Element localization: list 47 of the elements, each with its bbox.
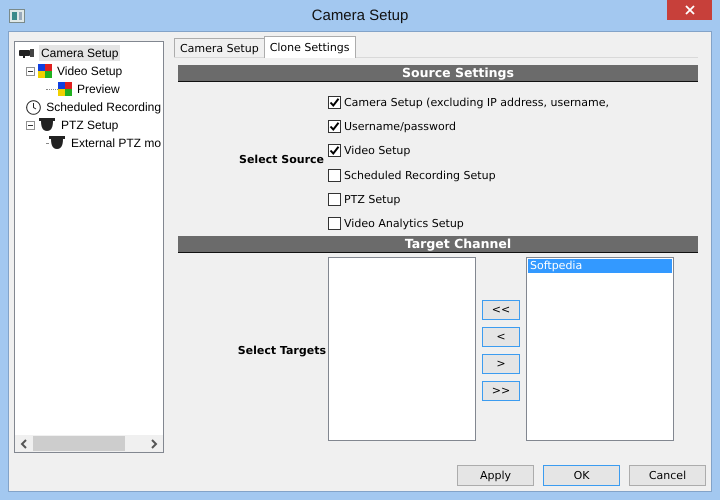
camera-icon — [18, 47, 36, 59]
dialog-button[interactable]: Apply — [457, 465, 534, 486]
close-button[interactable] — [667, 0, 712, 20]
tree-item[interactable]: Video Setup — [55, 63, 124, 79]
dialog-button[interactable]: OK — [543, 465, 620, 486]
tree-item[interactable]: Camera Setup — [39, 45, 120, 61]
checkbox[interactable] — [328, 144, 341, 158]
checkbox-label: Video Analytics Setup — [344, 217, 464, 230]
checkbox-label: Scheduled Recording Setup — [344, 168, 496, 182]
checkbox-label: Camera Setup (excluding IP address, username, — [344, 96, 609, 109]
tree-item[interactable]: Preview — [75, 81, 122, 97]
move-button[interactable]: >> — [482, 380, 520, 400]
collapse-toggle[interactable] — [26, 120, 35, 130]
section-header: Target Channel — [178, 236, 698, 253]
move-button[interactable]: << — [482, 300, 520, 320]
close-icon — [684, 5, 694, 15]
checkbox[interactable] — [328, 120, 341, 133]
dome-camera-icon — [38, 118, 56, 132]
section-header: Source Settings — [178, 65, 698, 82]
scroll-left-icon[interactable] — [20, 438, 28, 448]
scroll-right-icon[interactable] — [150, 438, 158, 448]
horizontal-scrollbar[interactable] — [15, 435, 163, 452]
dialog-button[interactable]: Cancel — [629, 465, 706, 486]
tree-item[interactable]: Scheduled Recording — [44, 99, 163, 115]
checkbox[interactable] — [328, 96, 341, 109]
move-button[interactable]: > — [482, 354, 520, 374]
checkbox[interactable] — [328, 192, 341, 206]
tab[interactable]: Clone Settings — [264, 36, 356, 58]
section-label: Select Targets — [238, 344, 326, 356]
dome-camera-icon — [48, 136, 66, 150]
checkbox-label: Username/password — [344, 120, 456, 133]
move-button[interactable]: < — [482, 326, 520, 346]
tree-item[interactable]: PTZ Setup — [59, 117, 120, 133]
grid-icon — [58, 82, 72, 96]
checkbox-label: PTZ Setup — [344, 192, 400, 206]
tree-item[interactable]: External PTZ mo — [68, 135, 163, 151]
app-icon — [9, 8, 25, 22]
tab[interactable]: Camera Setup — [174, 38, 265, 57]
checkbox[interactable] — [328, 168, 341, 182]
checkbox-label: Video Setup — [344, 144, 410, 158]
window-title: Camera Setup — [310, 7, 410, 24]
available-list[interactable] — [328, 257, 476, 441]
section-label: Select Source — [239, 152, 324, 166]
collapse-toggle[interactable] — [26, 66, 35, 76]
checkbox[interactable] — [328, 217, 341, 230]
grid-icon — [38, 64, 52, 78]
clock-icon — [26, 100, 42, 114]
